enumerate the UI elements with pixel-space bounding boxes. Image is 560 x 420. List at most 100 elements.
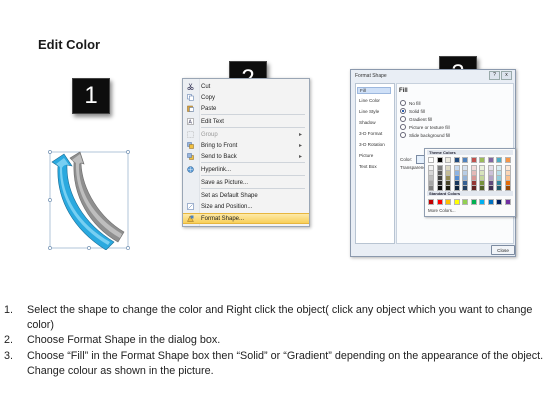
radio-icon <box>400 132 406 138</box>
theme-colors-header: Theme Colors <box>427 150 513 155</box>
radio-picture-fill[interactable]: Picture or texture fill <box>400 124 450 130</box>
theme-color-swatch[interactable] <box>487 157 494 163</box>
color-label: Color: <box>400 157 413 162</box>
dialog-nav: Fill Line Color Line Style Shadow 3-D Fo… <box>355 83 395 244</box>
menu-item-label: Hyperlink... <box>201 166 232 173</box>
nav-item-picture[interactable]: Picture <box>359 153 373 158</box>
radio-no-fill[interactable]: No fill <box>400 100 421 106</box>
instruction-number: 1. <box>4 304 14 316</box>
menu-item-send-to-back[interactable]: Send to Back ▸ <box>183 151 309 162</box>
radio-solid-fill[interactable]: Solid fill <box>400 108 425 114</box>
instruction-text: Choose “Fill” in the Format Shape box th… <box>27 349 544 377</box>
resize-handle <box>48 150 52 154</box>
instruction-number: 2. <box>4 334 14 347</box>
radio-icon <box>400 100 406 106</box>
standard-color-swatch[interactable] <box>496 199 502 205</box>
menu-item-size-and-position[interactable]: Size and Position... <box>183 201 309 212</box>
hyperlink-icon <box>187 166 194 173</box>
radio-selected-icon <box>400 108 406 114</box>
standard-color-swatch[interactable] <box>453 199 460 205</box>
section-heading: Fill <box>399 88 408 94</box>
menu-item-copy[interactable]: Copy <box>183 92 309 103</box>
instruction-item: 3. Choose “Fill” in the Format Shape box … <box>4 349 544 379</box>
theme-color-swatch[interactable] <box>462 157 468 163</box>
menu-item-label: Size and Position... <box>201 203 253 210</box>
menu-item-hyperlink[interactable]: Hyperlink... <box>183 164 309 175</box>
menu-item-edit-text[interactable]: A Edit Text <box>183 116 309 127</box>
dialog-controls: ? x <box>489 71 512 80</box>
standard-color-swatch[interactable] <box>479 199 485 205</box>
theme-color-swatch[interactable] <box>504 157 511 163</box>
scissors-icon <box>187 83 194 91</box>
menu-item-label: Bring to Front <box>201 142 238 149</box>
nav-item-line-style[interactable]: Line Style <box>359 109 379 114</box>
edit-text-icon: A <box>187 118 194 126</box>
menu-item-save-as-picture[interactable]: Save as Picture... <box>183 177 309 188</box>
instruction-list: 1. Select the shape to change the color a… <box>4 303 544 379</box>
step-badge-1: 1 <box>72 78 110 114</box>
menu-item-set-default-shape[interactable]: Set as Default Shape <box>183 190 309 201</box>
more-colors-link[interactable]: More Colors... <box>428 208 456 213</box>
menu-separator <box>201 162 305 163</box>
nav-item-shadow[interactable]: Shadow <box>359 120 376 125</box>
blank-icon <box>187 192 194 199</box>
standard-color-swatch[interactable] <box>487 199 494 205</box>
menu-separator <box>201 114 305 115</box>
nav-item-3d-format[interactable]: 3-D Format <box>359 131 382 136</box>
radio-gradient-fill[interactable]: Gradient fill <box>400 116 432 122</box>
nav-item-text-box[interactable]: Text Box <box>359 164 377 169</box>
menu-item-paste[interactable]: Paste <box>183 103 309 114</box>
menu-separator <box>201 127 305 128</box>
chevron-right-icon: ▸ <box>298 143 302 149</box>
chevron-right-icon: ▸ <box>298 132 302 138</box>
theme-color-swatch[interactable] <box>453 157 460 163</box>
radio-label: Solid fill <box>409 108 425 114</box>
resize-handle <box>87 246 91 250</box>
standard-color-swatch[interactable] <box>462 199 468 205</box>
radio-label: Slide background fill <box>409 132 451 138</box>
instruction-number: 3. <box>4 349 14 362</box>
nav-item-fill[interactable]: Fill <box>357 87 391 94</box>
menu-item-label: Set as Default Shape <box>201 192 258 199</box>
bring-front-icon <box>187 142 194 149</box>
standard-color-swatch[interactable] <box>445 199 451 205</box>
menu-item-group: Group ▸ <box>183 129 309 140</box>
nav-item-3d-rotation[interactable]: 3-D Rotation <box>359 142 385 147</box>
size-icon <box>187 203 194 210</box>
blank-icon <box>187 179 194 186</box>
resize-handle <box>126 246 130 250</box>
menu-item-bring-to-front[interactable]: Bring to Front ▸ <box>183 140 309 151</box>
instruction-text: Choose Format Shape in the dialog box. <box>27 334 221 347</box>
copy-icon <box>187 94 194 101</box>
theme-color-swatch[interactable] <box>496 157 502 163</box>
theme-color-swatch[interactable] <box>428 157 434 163</box>
page-title: Edit Color <box>38 37 101 52</box>
arrow-shape[interactable] <box>48 150 130 250</box>
help-button[interactable]: ? <box>489 71 500 80</box>
theme-color-swatch[interactable] <box>479 157 485 163</box>
menu-item-label: Edit Text <box>201 118 224 125</box>
theme-color-swatch[interactable] <box>436 157 443 163</box>
standard-color-swatch[interactable] <box>436 199 443 205</box>
group-icon <box>187 131 194 138</box>
instruction-text: Select the shape to change the color and… <box>27 304 533 332</box>
menu-item-label: Send to Back <box>201 153 237 160</box>
menu-item-label: Group <box>201 131 218 138</box>
standard-color-swatch[interactable] <box>470 199 477 205</box>
menu-item-cut[interactable]: Cut <box>183 81 309 92</box>
theme-color-swatch[interactable] <box>445 157 451 163</box>
menu-item-format-shape[interactable]: Format Shape... <box>183 213 309 224</box>
radio-icon <box>400 116 406 122</box>
context-menu: Cut Copy Paste A Edit Text Group ▸ Bring… <box>182 78 310 227</box>
instruction-item: 1. Select the shape to change the color a… <box>4 303 544 333</box>
nav-item-line-color[interactable]: Line Color <box>359 98 380 103</box>
theme-color-swatch[interactable] <box>470 157 477 163</box>
send-back-icon <box>187 153 194 160</box>
radio-slide-background-fill[interactable]: Slide background fill <box>400 132 450 138</box>
menu-item-label: Format Shape... <box>201 215 245 222</box>
standard-color-swatch[interactable] <box>428 199 434 205</box>
resize-handle <box>126 150 130 154</box>
standard-color-swatch[interactable] <box>504 199 511 205</box>
close-icon[interactable]: x <box>501 71 512 80</box>
close-button[interactable]: Close <box>491 245 515 255</box>
